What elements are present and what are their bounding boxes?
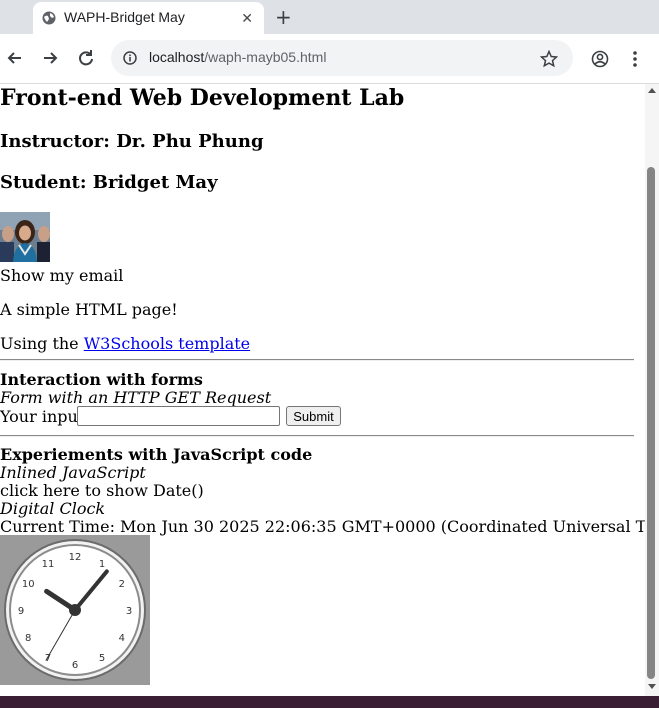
arrow-right-icon[interactable] [39, 47, 61, 69]
tab-title: WAPH-Bridget May [64, 9, 185, 25]
clock-number: 9 [18, 606, 24, 617]
page-content: Front-end Web Development Lab Instructor… [0, 84, 645, 696]
inlined-js-label: Inlined JavaScript [0, 463, 146, 482]
scroll-down-icon[interactable] [647, 683, 657, 691]
using-template-text: Using the W3Schools template [0, 334, 251, 353]
kebab-menu-icon[interactable] [626, 49, 644, 69]
clock-number: 10 [22, 579, 35, 590]
analog-clock: 121234567891011 [0, 535, 150, 685]
page-title: Front-end Web Development Lab [0, 85, 405, 111]
reload-icon[interactable] [75, 47, 97, 69]
divider [0, 359, 634, 361]
clock-number: 3 [126, 606, 132, 617]
info-icon[interactable] [123, 51, 137, 65]
show-date-link[interactable]: click here to show Date() [0, 481, 204, 500]
clock-number: 7 [45, 653, 51, 664]
clock-number: 1 [99, 559, 105, 570]
forms-heading: Interaction with forms [0, 370, 203, 389]
clock-center [69, 604, 81, 616]
instructor-heading: Instructor: Dr. Phu Phung [0, 131, 264, 152]
clock-number: 2 [119, 579, 125, 590]
clock-number: 11 [42, 559, 55, 570]
scrollbar-thumb[interactable] [647, 167, 655, 679]
clock-number: 6 [72, 660, 78, 671]
divider [0, 435, 634, 437]
profile-icon[interactable] [591, 50, 609, 68]
clock-number: 12 [69, 552, 82, 563]
show-email-toggle[interactable]: Show my email [0, 266, 123, 285]
star-icon[interactable] [540, 50, 558, 68]
url-text: localhost/waph-mayb05.html [149, 49, 327, 65]
close-tab-icon[interactable]: ✕ [241, 10, 253, 27]
tab-strip: WAPH-Bridget May ✕ + [0, 0, 659, 34]
digital-clock-label: Digital Clock [0, 499, 106, 518]
address-bar[interactable]: localhost/waph-mayb05.html [111, 40, 573, 76]
clock-number: 4 [119, 633, 125, 644]
w3schools-link[interactable]: W3Schools template [84, 334, 250, 353]
clock-number: 5 [99, 653, 105, 664]
current-time-text: Current Time: Mon Jun 30 2025 22:06:35 G… [0, 517, 645, 536]
arrow-left-icon[interactable] [4, 47, 26, 69]
globe-icon [42, 11, 56, 25]
desktop-background [0, 696, 659, 708]
browser-toolbar: localhost/waph-mayb05.html [0, 34, 659, 84]
clock-number: 8 [25, 633, 31, 644]
js-heading: Experiements with JavaScript code [0, 445, 313, 464]
simple-page-text: A simple HTML page! [0, 300, 178, 319]
student-heading: Student: Bridget May [0, 172, 218, 193]
browser-tab[interactable]: WAPH-Bridget May ✕ [33, 2, 264, 34]
submit-button[interactable]: Submit [286, 406, 341, 426]
student-photo [0, 212, 50, 262]
new-tab-icon[interactable]: + [275, 5, 292, 29]
scroll-up-icon[interactable] [647, 86, 657, 94]
get-request-label: Form with an HTTP GET Request [0, 388, 272, 407]
your-input-field[interactable] [77, 406, 280, 426]
